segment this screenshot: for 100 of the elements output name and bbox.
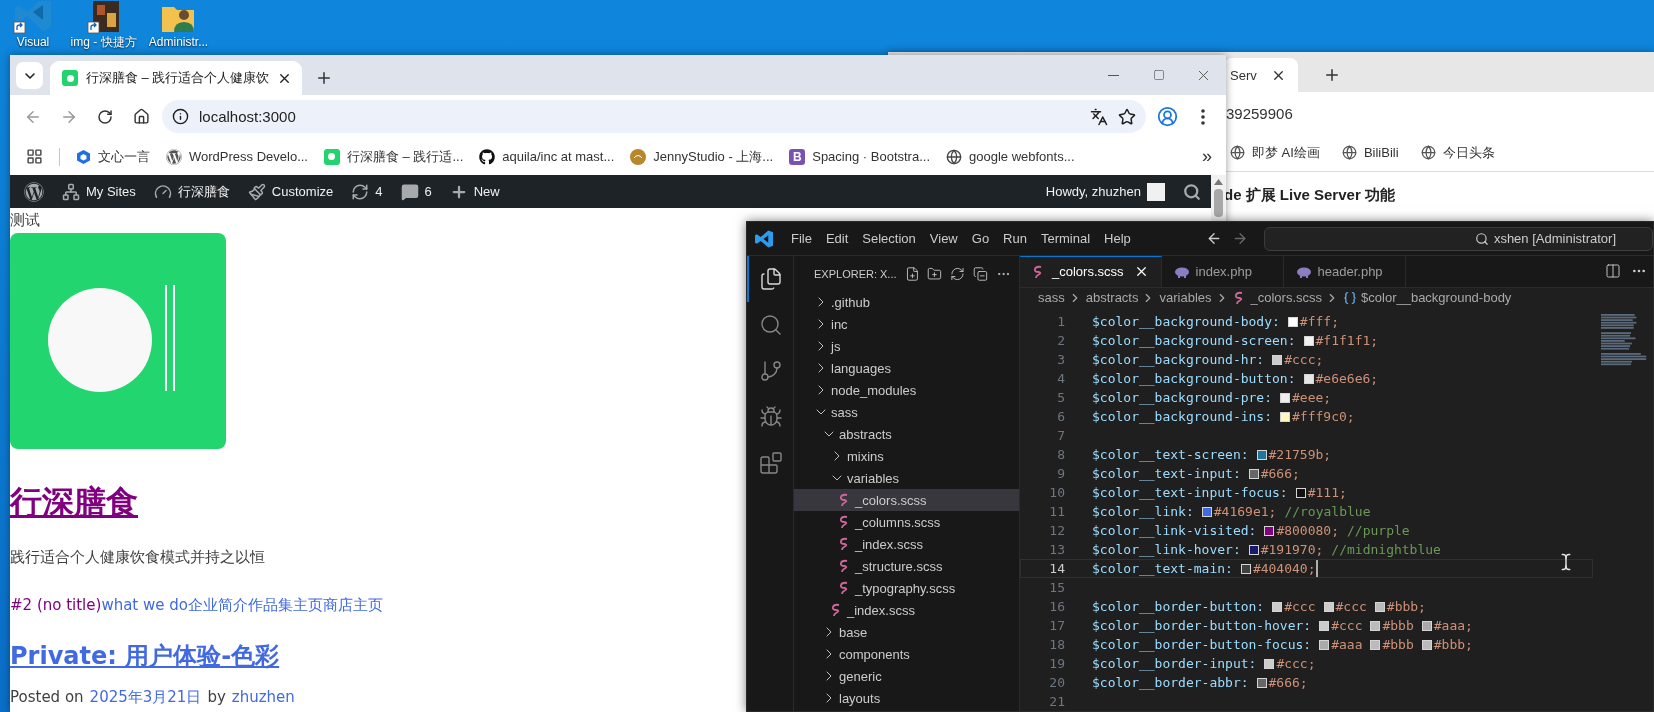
menu-item[interactable]: Go [964,231,997,246]
more-bookmarks-button[interactable]: » [1202,146,1212,167]
breadcrumb-item[interactable]: variables [1159,290,1212,306]
menu-link[interactable]: what we do [101,593,188,617]
breadcrumb-item[interactable]: abstracts [1085,290,1139,306]
color-swatch[interactable] [1421,639,1432,650]
command-search-field[interactable]: xshen [Administrator] [1264,226,1653,251]
menu-item[interactable]: Terminal [1033,231,1098,246]
tree-item[interactable]: _index.scss [794,533,1019,555]
color-swatch[interactable] [1370,620,1381,631]
admin-bar-item[interactable]: New [441,175,508,208]
menu-link[interactable]: 主页 [292,593,323,617]
admin-bar-item[interactable]: 6 [392,175,440,208]
address-bar[interactable]: localhost:3000 [162,100,1146,133]
tree-item[interactable]: _structure.scss [794,555,1019,577]
menu-link[interactable]: 商店主页 [322,593,383,617]
tree-item[interactable]: sass [794,401,1019,423]
color-swatch[interactable] [1256,677,1267,688]
refresh-icon[interactable] [950,265,966,282]
color-swatch[interactable] [1303,373,1314,384]
color-swatch[interactable] [1280,411,1290,422]
bookmark[interactable]: WordPress Develo... [166,148,308,165]
menu-link[interactable]: #2 (no title) [10,593,102,617]
color-swatch[interactable] [1295,487,1306,498]
collapse-icon[interactable] [973,265,989,282]
site-title-link[interactable]: 行深膳食 [10,485,138,519]
menu-item[interactable]: Selection [855,231,923,246]
author-link[interactable]: zhuzhen [231,687,295,707]
bookmark[interactable]: 行深膳食 – 践行适... [323,147,464,166]
split-editor-icon[interactable] [1605,263,1621,280]
tree-item[interactable]: _columns.scss [794,511,1019,533]
tree-item[interactable]: js [794,335,1019,357]
post-title-link[interactable]: Private: 用户体验-色彩 [10,641,280,671]
menu-item[interactable]: Help [1097,231,1138,246]
desktop-icon-label[interactable]: Administr... [148,34,209,50]
editor-shortcut-icon [13,1,53,34]
bookmark[interactable]: B Spacing · Bootstra... [789,148,930,165]
color-swatch[interactable] [1319,620,1330,631]
color-swatch[interactable] [1370,639,1381,650]
browser-tab[interactable]: 行深膳食 – 践行适合个人健康饮 [50,61,303,95]
scrollbar-thumb[interactable] [1214,189,1223,217]
color-swatch[interactable] [1319,639,1330,650]
breadcrumb-item[interactable]: $color__background-body [1361,290,1512,306]
menu-item[interactable]: File [783,231,819,246]
tree-item[interactable]: languages [794,357,1019,379]
admin-bar-item[interactable]: 4 [343,175,391,208]
browser-tab[interactable]: Serv [1224,58,1298,92]
color-swatch[interactable] [1280,392,1290,403]
menu-item[interactable]: Run [996,231,1034,246]
tab-search-button[interactable] [16,62,43,89]
tree-item[interactable]: abstracts [794,423,1019,445]
menu-link[interactable]: 作品集 [247,593,293,617]
color-swatch[interactable] [1272,354,1283,365]
menu-link[interactable]: 企业简介 [187,593,248,617]
bookmark[interactable]: 文心一言 [76,147,150,166]
tree-item[interactable]: _colors.scss [794,489,1019,511]
color-swatch[interactable] [1264,525,1275,536]
color-swatch[interactable] [1303,335,1314,346]
color-swatch[interactable] [1272,601,1283,612]
bookmark[interactable]: google webfonts... [946,148,1075,165]
tree-item[interactable]: _index.scss [794,599,1019,621]
new-file-icon[interactable] [904,265,920,282]
date-link[interactable]: 2025年3月21日 [89,687,202,707]
tree-item[interactable]: mixins [794,445,1019,467]
color-swatch[interactable] [1421,620,1432,631]
tree-item[interactable]: components [794,643,1019,665]
new-folder-icon[interactable] [927,265,943,282]
desktop-icon-label[interactable]: img - 快捷方 [70,34,137,50]
tree-item[interactable]: variables [794,467,1019,489]
tree-item[interactable]: .github [794,291,1019,313]
bookmark[interactable]: 即梦 AI绘画 [1230,143,1320,162]
color-swatch[interactable] [1248,544,1259,555]
admin-bar-item[interactable]: 行深膳食 [145,175,238,208]
breadcrumb-item[interactable]: sass [1038,290,1065,306]
desktop-icon-label[interactable]: Visual [16,34,50,50]
bookmark[interactable]: 今日头条 [1420,143,1495,162]
account-menu[interactable]: Howdy, zhuzhen [1037,175,1173,208]
menu-item[interactable]: View [922,231,965,246]
tree-item[interactable]: node_modules [794,379,1019,401]
tree-item[interactable]: inc [794,313,1019,335]
menu-item[interactable]: Edit [818,231,856,246]
admin-bar-item[interactable]: Customize [239,175,342,208]
color-swatch[interactable] [1240,563,1251,574]
tree-item[interactable]: generic [794,665,1019,687]
tree-item[interactable]: _typography.scss [794,577,1019,599]
breadcrumb-item[interactable]: _colors.scss [1250,290,1323,306]
bookmark[interactable]: JennyStudio - 上海... [630,147,774,166]
color-swatch[interactable] [1256,449,1267,460]
admin-bar-item[interactable]: My Sites [54,175,144,208]
color-swatch[interactable] [1287,316,1298,327]
color-swatch[interactable] [1264,658,1275,669]
bookmark[interactable]: BiliBili [1341,145,1399,160]
tree-item[interactable]: layouts [794,687,1019,709]
color-swatch[interactable] [1323,601,1334,612]
color-swatch[interactable] [1201,506,1212,517]
tree-item[interactable]: base [794,621,1019,643]
color-swatch[interactable] [1374,601,1385,612]
bookmark[interactable]: aquila/inc at mast... [479,148,615,165]
color-swatch[interactable] [1248,468,1259,479]
editor-tab[interactable]: _colors.scss [1020,256,1162,287]
